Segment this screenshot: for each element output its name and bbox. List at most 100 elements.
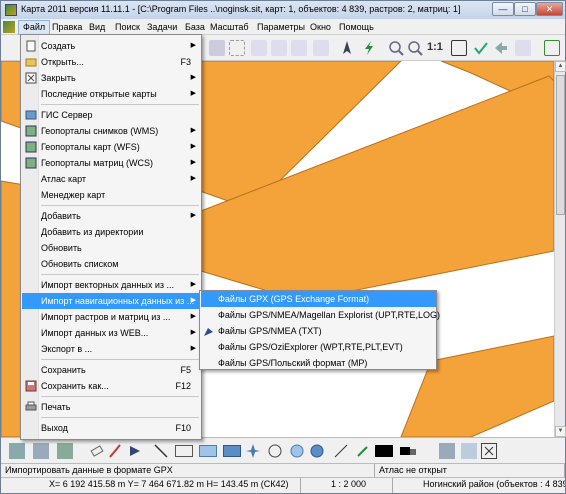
menu-item-gis-server[interactable]: ГИС Сервер: [22, 107, 201, 123]
submenu-arrow-icon: ▶: [190, 281, 196, 288]
eraser-icon[interactable]: [89, 443, 105, 459]
compass-icon[interactable]: [339, 40, 355, 56]
submenu-item-nmea-magellan[interactable]: Файлы GPS/NMEA/Magellan Explorist (UPT,R…: [201, 307, 440, 323]
submenu-arrow-icon: ▶: [190, 297, 196, 304]
submenu-item-gpx[interactable]: Файлы GPX (GPS Exchange Format): [201, 291, 436, 307]
submenu-item-oziexplorer[interactable]: Файлы GPS/OziExplorer (WPT,RTE,PLT,EVT): [201, 339, 436, 355]
scroll-thumb[interactable]: [556, 75, 565, 215]
menu-separator: [41, 274, 199, 275]
menu-item-add-from-directory[interactable]: Добавить из директории: [22, 224, 201, 240]
frame-select-icon[interactable]: [229, 40, 245, 56]
pencil-icon[interactable]: [107, 443, 123, 459]
color-swatch-icon[interactable]: [375, 445, 393, 457]
drawing-toolbar: [1, 437, 565, 463]
menu-item-exit[interactable]: Выход F10: [22, 420, 201, 436]
menu-item-close[interactable]: Закрыть ▶: [22, 70, 201, 86]
close-button[interactable]: ✕: [536, 2, 563, 16]
menu-edit[interactable]: Правка: [48, 21, 86, 34]
color-palette-icon[interactable]: [399, 443, 416, 459]
grid-table-icon[interactable]: [544, 40, 560, 56]
submenu-item-polish-mp[interactable]: Файлы GPS/Польский формат (MP): [201, 355, 436, 371]
menu-database[interactable]: База: [181, 21, 209, 34]
eyedropper-icon[interactable]: [355, 443, 371, 459]
submenu-arrow-icon: ▶: [190, 175, 196, 182]
menu-item-geoportal-wcs[interactable]: Геопорталы матриц (WCS) ▶: [22, 155, 201, 171]
document-system-icon[interactable]: [3, 21, 15, 33]
rotate-icon[interactable]: [127, 443, 143, 459]
menu-separator: [41, 417, 199, 418]
menu-item-print[interactable]: Печать: [22, 399, 201, 415]
text-tool-icon[interactable]: [333, 443, 349, 459]
object-list-icon[interactable]: [461, 443, 477, 459]
delete-object-icon[interactable]: [481, 443, 497, 459]
menu-item-import-vector[interactable]: Импорт векторных данных из ... ▶: [22, 277, 201, 293]
menu-item-refresh-list[interactable]: Обновить списком: [22, 256, 201, 272]
menu-parameters[interactable]: Параметры: [253, 21, 309, 34]
menu-item-recent-maps[interactable]: Последние открытые карты ▶: [22, 86, 201, 102]
menu-item-export[interactable]: Экспорт в ... ▶: [22, 341, 201, 357]
menu-window[interactable]: Окно: [306, 21, 335, 34]
back-arrow-icon[interactable]: [493, 40, 509, 56]
circle-tool-icon[interactable]: [267, 443, 283, 459]
lightning-icon[interactable]: [361, 40, 377, 56]
menu-file[interactable]: Файл: [18, 20, 51, 35]
vertical-scrollbar[interactable]: ▲ ▼: [554, 61, 566, 437]
line-tool-icon[interactable]: [153, 443, 169, 459]
filled-circle-icon[interactable]: [289, 443, 305, 459]
menu-item-import-raster[interactable]: Импорт растров и матриц из ... ▶: [22, 309, 201, 325]
menu-item-geoportal-wms[interactable]: Геопорталы снимков (WMS) ▶: [22, 123, 201, 139]
menu-item-add[interactable]: Добавить ▶: [22, 208, 201, 224]
menu-item-refresh[interactable]: Обновить: [22, 240, 201, 256]
layers-icon[interactable]: [515, 40, 531, 56]
app-icon[interactable]: [5, 4, 17, 16]
submenu-item-nmea-txt[interactable]: Файлы GPS/NMEA (TXT): [201, 323, 436, 339]
menu-item-open[interactable]: Открыть... F3: [22, 54, 201, 70]
menu-separator: [41, 359, 199, 360]
scroll-up-button[interactable]: ▲: [555, 61, 566, 72]
select-icon[interactable]: [209, 40, 225, 56]
menu-item-geoportal-wfs[interactable]: Геопорталы карт (WFS) ▶: [22, 139, 201, 155]
submenu-arrow-icon: ▶: [190, 345, 196, 352]
menu-tasks[interactable]: Задачи: [143, 21, 181, 34]
scale-one-to-one-button[interactable]: 1:1: [427, 41, 443, 53]
maximize-button[interactable]: □: [514, 2, 536, 16]
solid-circle-icon[interactable]: [309, 443, 325, 459]
pointer-edit-icon[interactable]: [291, 40, 307, 56]
status-coordinates: X= 6 192 415.58 m Y= 7 464 671.82 m H= 1…: [1, 478, 301, 493]
scroll-down-button[interactable]: ▼: [555, 426, 566, 437]
window-title: Карта 2011 версия 11.11.1 - [C:\Program …: [21, 4, 461, 14]
zoom-in-icon[interactable]: [388, 40, 404, 56]
menu-item-import-navigation[interactable]: Импорт навигационных данных из ... ▶: [22, 293, 201, 309]
star-point-icon[interactable]: [245, 443, 261, 459]
rectangle-tool-icon[interactable]: [175, 445, 193, 457]
menu-bar: Файл Правка Вид Поиск Задачи База Масшта…: [1, 19, 565, 35]
menu-scale[interactable]: Масштаб: [206, 21, 253, 34]
menu-view[interactable]: Вид: [85, 21, 109, 34]
pointer-move-icon[interactable]: [313, 40, 329, 56]
submenu-arrow-icon: ▶: [190, 159, 196, 166]
object-props-icon[interactable]: [439, 443, 455, 459]
menu-item-create[interactable]: Создать ▶: [22, 38, 201, 54]
copy-object-icon[interactable]: [9, 443, 25, 459]
menu-item-map-manager[interactable]: Менеджер карт: [22, 187, 201, 203]
submenu-arrow-icon: ▶: [190, 127, 196, 134]
filled-rectangle-icon[interactable]: [199, 445, 217, 457]
menu-item-import-web[interactable]: Импорт данных из WEB... ▶: [22, 325, 201, 341]
menu-item-save-as[interactable]: Сохранить как... F12: [22, 378, 201, 394]
paste-object-icon[interactable]: [33, 443, 49, 459]
menu-search[interactable]: Поиск: [111, 21, 144, 34]
fit-window-icon[interactable]: [451, 40, 467, 56]
satellite-icon: [203, 326, 214, 336]
status-bar-hints: Импортировать данные в формате GPX Атлас…: [1, 463, 565, 477]
menu-item-save[interactable]: Сохранить F5: [22, 362, 201, 378]
pointer-icon[interactable]: [251, 40, 267, 56]
close-box-icon: [25, 72, 37, 84]
menu-item-map-atlas[interactable]: Атлас карт ▶: [22, 171, 201, 187]
move-object-icon[interactable]: [57, 443, 73, 459]
menu-help[interactable]: Помощь: [335, 21, 378, 34]
minimize-button[interactable]: —: [492, 2, 514, 16]
checkmark-icon[interactable]: [473, 40, 489, 56]
zoom-out-icon[interactable]: [407, 40, 423, 56]
solid-rectangle-icon[interactable]: [223, 445, 241, 457]
pointer-add-icon[interactable]: [271, 40, 287, 56]
